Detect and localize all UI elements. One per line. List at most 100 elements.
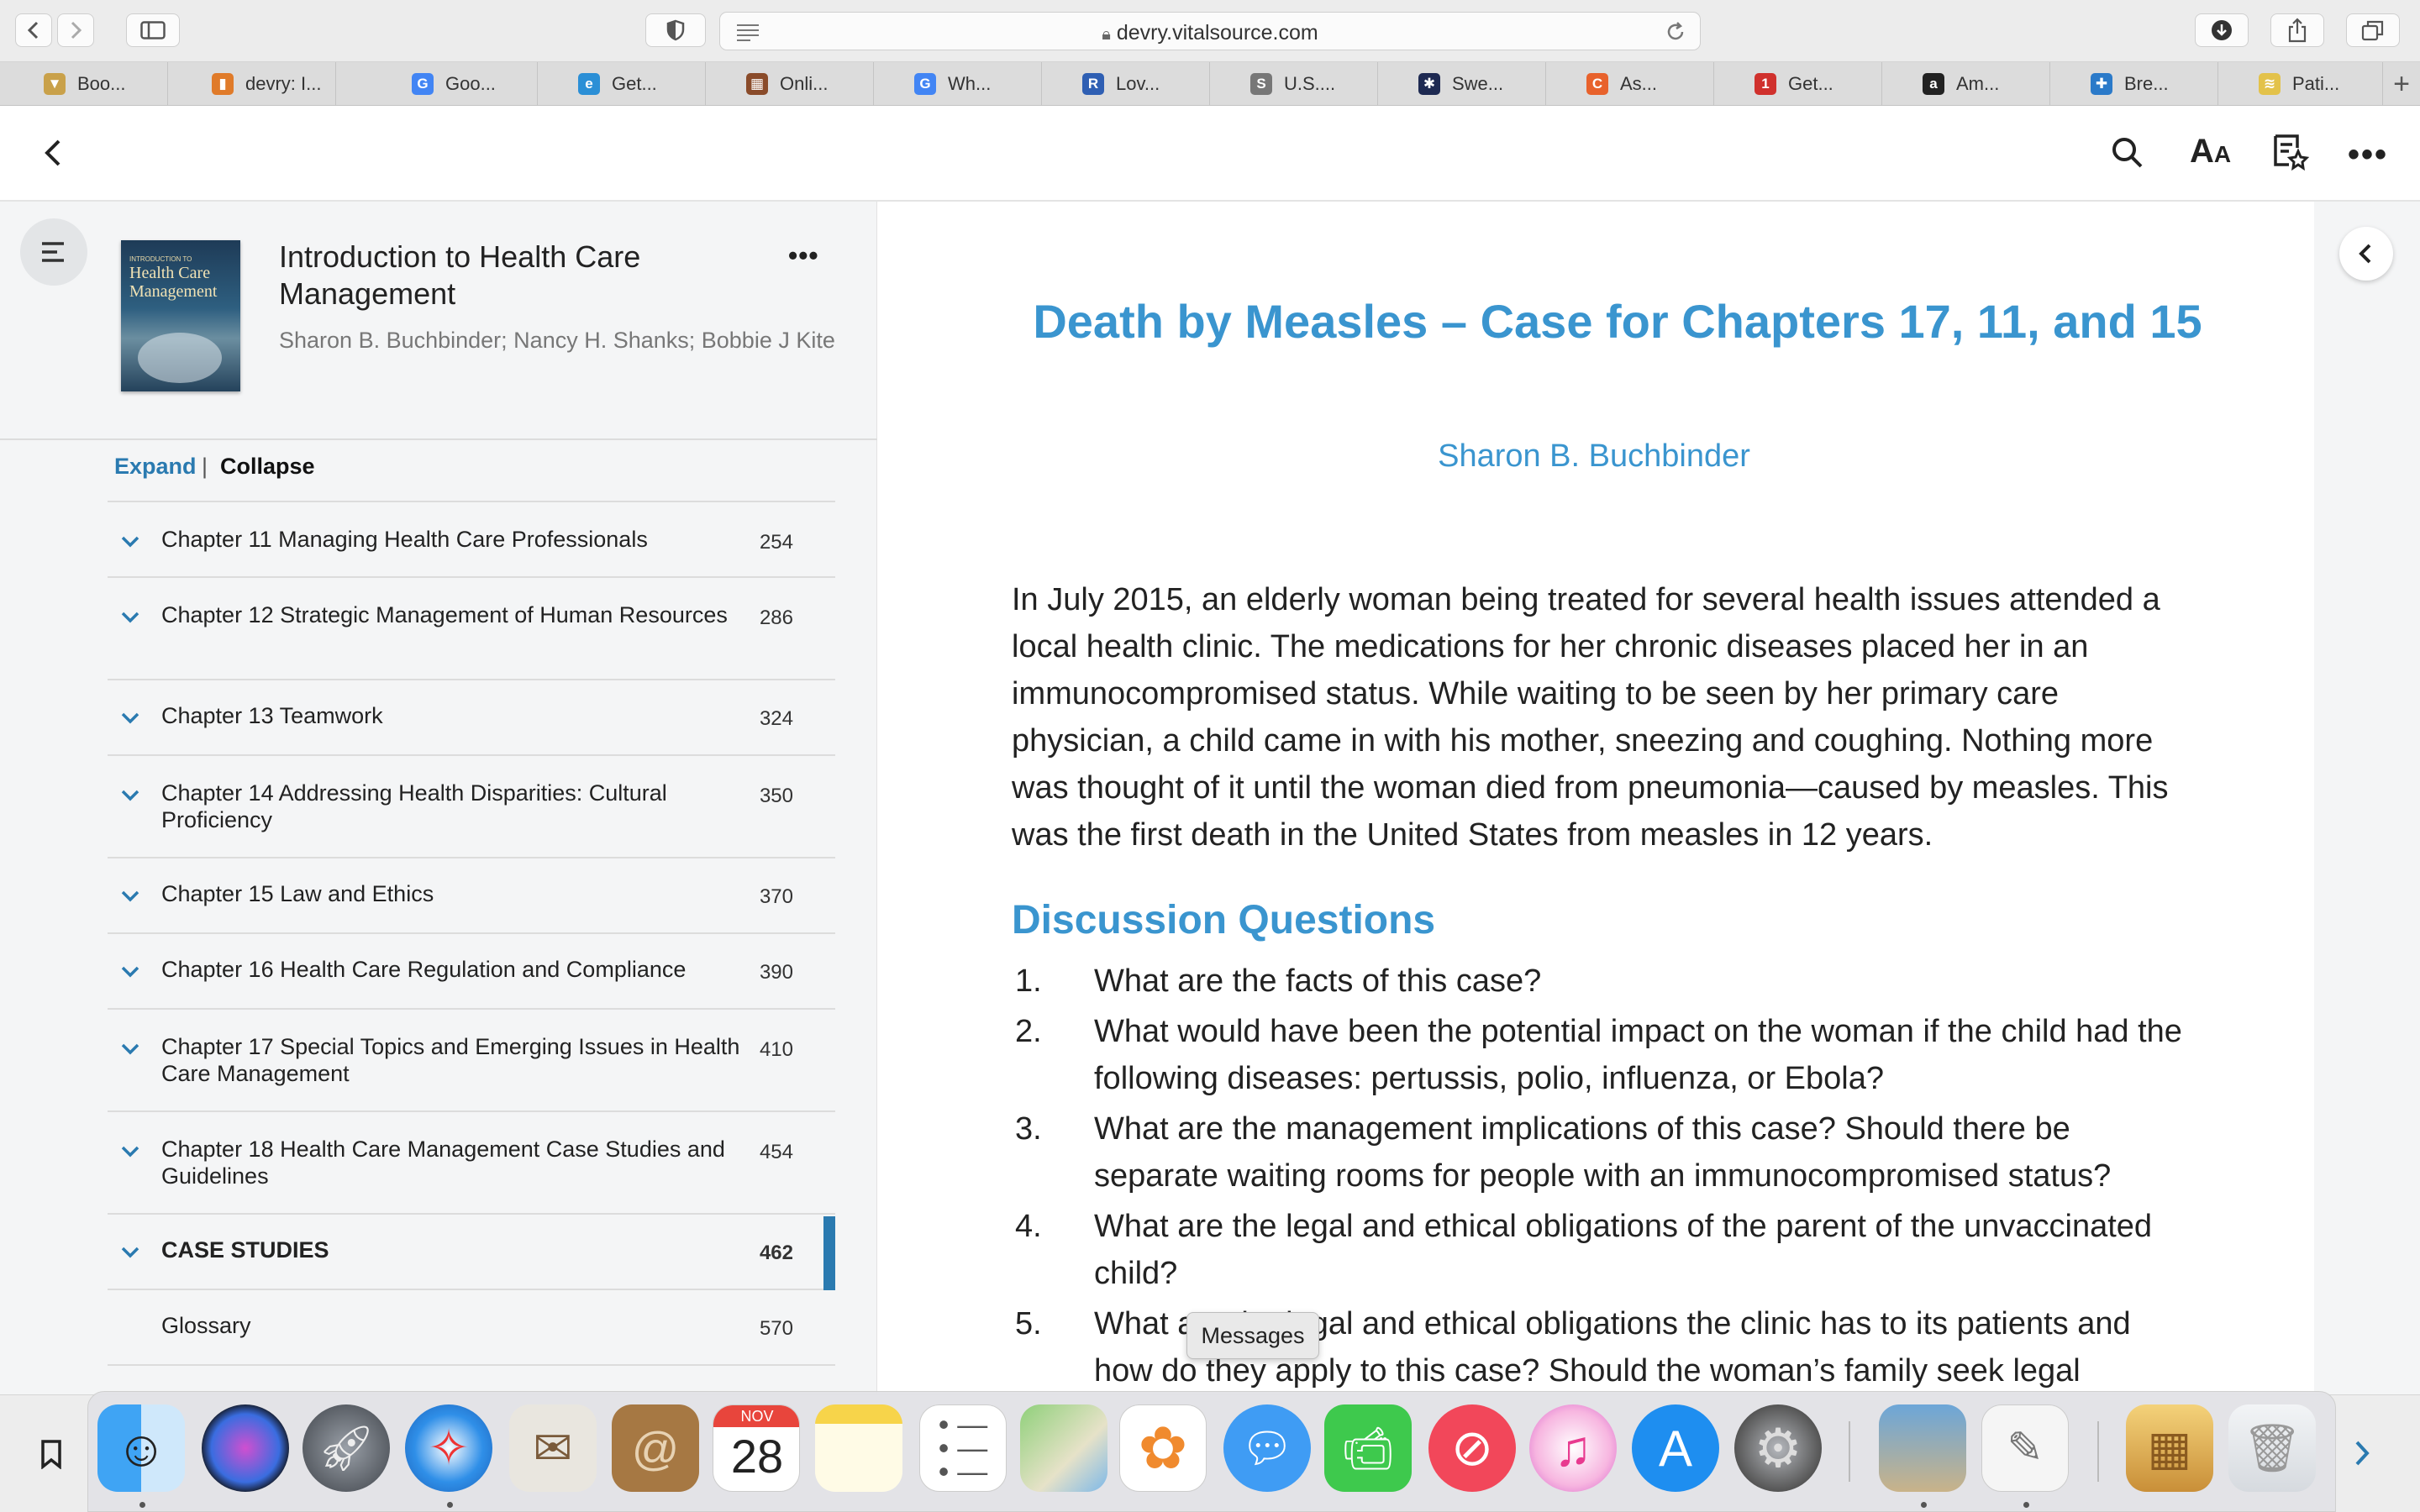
chevron-right-icon bbox=[71, 21, 82, 39]
tabs-icon bbox=[2361, 20, 2384, 41]
chevron-right-icon[interactable] bbox=[2353, 1439, 2371, 1467]
toc-menu-button[interactable] bbox=[20, 218, 87, 286]
tab-label: devry: I... bbox=[245, 73, 322, 94]
tab-favicon-icon: ▦ bbox=[746, 73, 768, 95]
facetime-icon[interactable]: 📹︎ bbox=[1324, 1404, 1412, 1492]
bookmark-icon[interactable] bbox=[40, 1439, 62, 1469]
contacts-icon[interactable]: @ bbox=[612, 1404, 699, 1492]
tab-label: Wh... bbox=[948, 73, 992, 94]
maps-icon[interactable] bbox=[1020, 1404, 1107, 1492]
tab-label: Pati... bbox=[2292, 73, 2340, 94]
sidebar-toggle-button[interactable] bbox=[126, 13, 180, 47]
browser-tab[interactable]: a Am... bbox=[1882, 62, 2050, 106]
reminders-icon[interactable]: • — • — • — bbox=[919, 1404, 1007, 1492]
new-tab-button[interactable]: + bbox=[2383, 67, 2420, 101]
text-size-icon[interactable]: AA bbox=[2190, 133, 2231, 171]
share-button[interactable] bbox=[2270, 13, 2324, 47]
toc-item[interactable]: Chapter 18 Health Care Management Case S… bbox=[108, 1112, 835, 1215]
installer-package-icon[interactable]: ▦ bbox=[2126, 1404, 2213, 1492]
cover-title-line2: Management bbox=[129, 282, 218, 301]
expand-all-link[interactable]: Expand bbox=[114, 454, 197, 480]
privacy-report-button[interactable] bbox=[645, 13, 706, 47]
notes-icon[interactable] bbox=[815, 1404, 902, 1492]
back-arrow-icon[interactable] bbox=[42, 138, 66, 168]
bookmark-list-icon[interactable] bbox=[2272, 133, 2309, 171]
search-icon[interactable] bbox=[2111, 136, 2144, 170]
launchpad-icon[interactable]: 🚀︎ bbox=[302, 1404, 390, 1492]
browser-tab[interactable]: ▮ devry: I... bbox=[168, 62, 336, 106]
browser-tab[interactable]: ▦ Onli... bbox=[706, 62, 874, 106]
toc-item[interactable]: Chapter 11 Managing Health Care Professi… bbox=[108, 502, 835, 578]
calendar-icon[interactable]: NOV 28 bbox=[713, 1404, 800, 1492]
toc-item-label: Chapter 17 Special Topics and Emerging I… bbox=[161, 1034, 740, 1086]
toc-item-page: 410 bbox=[759, 1038, 793, 1061]
textedit-icon[interactable]: ✎ bbox=[1981, 1404, 2069, 1492]
toc-item[interactable]: Chapter 13 Teamwork 324 bbox=[108, 680, 835, 756]
browser-tab[interactable]: R Lov... bbox=[1042, 62, 1210, 106]
chevron-down-icon bbox=[121, 1247, 139, 1258]
book-cover-image: INTRODUCTION TO Health Care Management bbox=[121, 240, 240, 391]
browser-tab[interactable]: ✱ Swe... bbox=[1378, 62, 1546, 106]
browser-tab[interactable]: G Wh... bbox=[874, 62, 1042, 106]
browser-tab[interactable]: e Get... bbox=[538, 62, 706, 106]
photos-icon[interactable]: ✿ bbox=[1119, 1404, 1207, 1492]
back-button[interactable] bbox=[15, 13, 52, 47]
question-number: 1. bbox=[1015, 963, 1042, 999]
toc-item-label: Chapter 14 Addressing Health Disparities… bbox=[161, 780, 667, 832]
chevron-down-icon bbox=[121, 1043, 139, 1055]
book-title: Introduction to Health Care Management bbox=[279, 239, 641, 311]
toc-item-page: 454 bbox=[759, 1141, 793, 1163]
app-store-icon[interactable]: A bbox=[1632, 1404, 1719, 1492]
toc-item[interactable]: Chapter 14 Addressing Health Disparities… bbox=[108, 756, 835, 858]
plus-icon: + bbox=[2393, 68, 2410, 100]
reload-icon[interactable] bbox=[1665, 21, 1686, 43]
chevron-down-icon bbox=[121, 1146, 139, 1158]
music-icon[interactable]: ♫ bbox=[1529, 1404, 1617, 1492]
tab-favicon-icon: ▼ bbox=[44, 73, 66, 95]
downloads-button[interactable] bbox=[2195, 13, 2249, 47]
browser-tab[interactable]: G Goo... bbox=[370, 62, 538, 106]
toc-item[interactable]: Chapter 15 Law and Ethics 370 bbox=[108, 858, 835, 934]
siri-icon[interactable] bbox=[202, 1404, 289, 1492]
forward-button[interactable] bbox=[57, 13, 94, 47]
tab-label: Boo... bbox=[77, 73, 126, 94]
browser-tab[interactable]: ▼ Boo... bbox=[0, 62, 168, 106]
address-bar[interactable]: 🔒︎ devry.vitalsource.com bbox=[719, 12, 1701, 50]
case-paragraph: In July 2015, an elderly woman being tre… bbox=[1012, 582, 2169, 853]
trash-icon[interactable]: 🗑︎ bbox=[2228, 1404, 2316, 1492]
tab-label: Bre... bbox=[2124, 73, 2169, 94]
news-icon[interactable]: ⊘ bbox=[1428, 1404, 1516, 1492]
browser-tab[interactable]: 1 Get... bbox=[1714, 62, 1882, 106]
tab-overview-button[interactable] bbox=[2346, 13, 2400, 47]
browser-tab[interactable]: S U.S.... bbox=[1210, 62, 1378, 106]
toc-item[interactable]: Chapter 17 Special Topics and Emerging I… bbox=[108, 1010, 835, 1112]
toc-item[interactable]: Chapter 12 Strategic Management of Human… bbox=[108, 578, 835, 680]
preview-icon[interactable] bbox=[1879, 1404, 1966, 1492]
menu-icon bbox=[42, 242, 64, 262]
toc-item-active[interactable]: CASE STUDIES 462 bbox=[108, 1215, 835, 1290]
question-number: 5. bbox=[1015, 1306, 1042, 1341]
system-preferences-icon[interactable]: ⚙ bbox=[1734, 1404, 1822, 1492]
toc-item[interactable]: Glossary 570 bbox=[108, 1290, 835, 1366]
chevron-down-icon bbox=[121, 536, 139, 548]
more-options-icon[interactable]: ••• bbox=[2348, 136, 2388, 174]
messages-icon[interactable]: 💬︎ bbox=[1223, 1404, 1311, 1492]
tab-bar: ▼ Boo... ▮ devry: I... G Goo... e Get... ▦ On… bbox=[0, 62, 2420, 106]
chevron-down-icon bbox=[121, 612, 139, 623]
browser-tab[interactable]: C As... bbox=[1546, 62, 1714, 106]
toc-item[interactable]: Chapter 16 Health Care Regulation and Co… bbox=[108, 934, 835, 1010]
question-number: 3. bbox=[1015, 1111, 1042, 1147]
dock-separator bbox=[1849, 1421, 1850, 1482]
finder-icon[interactable]: ☺ bbox=[97, 1404, 185, 1492]
tab-favicon-icon: ▮ bbox=[212, 73, 234, 95]
mail-icon[interactable]: ✉︎ bbox=[509, 1404, 597, 1492]
browser-tab[interactable]: ✚ Bre... bbox=[2050, 62, 2218, 106]
cover-wave-art bbox=[138, 333, 222, 383]
collapse-panel-button[interactable] bbox=[2339, 227, 2393, 281]
question-text: What are the management implications of … bbox=[1094, 1111, 2112, 1194]
browser-tab[interactable]: ≋ Pati... bbox=[2218, 62, 2383, 106]
collapse-all-link[interactable]: Collapse bbox=[220, 454, 315, 480]
running-indicator bbox=[1921, 1502, 1927, 1508]
book-options-icon[interactable]: ••• bbox=[788, 240, 819, 271]
safari-icon[interactable]: ✧ bbox=[405, 1404, 492, 1492]
